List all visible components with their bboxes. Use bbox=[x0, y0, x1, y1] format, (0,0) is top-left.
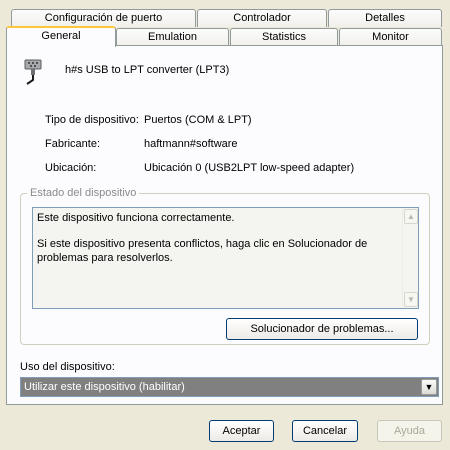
device-status-text: Este dispositivo funciona correctamente.… bbox=[37, 211, 399, 277]
device-type-label: Tipo de dispositivo: bbox=[45, 114, 139, 126]
chevron-down-icon[interactable]: ▼ bbox=[421, 379, 437, 395]
device-usage-selected: Utilizar este dispositivo (habilitar) bbox=[24, 381, 185, 393]
device-status-title: Estado del dispositivo bbox=[27, 187, 140, 199]
location-label: Ubicación: bbox=[45, 162, 97, 174]
status-line-ok: Este dispositivo funciona correctamente. bbox=[37, 212, 235, 224]
manufacturer-label: Fabricante: bbox=[45, 138, 101, 150]
tab-general[interactable]: General bbox=[6, 26, 116, 47]
general-tab-panel: h#s USB to LPT converter (LPT3) Tipo de … bbox=[6, 45, 443, 405]
cancel-button[interactable]: Cancelar bbox=[292, 420, 358, 442]
tab-controlador[interactable]: Controlador bbox=[197, 9, 327, 27]
device-usage-label: Uso del dispositivo: bbox=[20, 361, 115, 373]
tab-configuracion-de-puerto[interactable]: Configuración de puerto bbox=[11, 9, 196, 27]
tab-statistics[interactable]: Statistics bbox=[230, 28, 338, 46]
tab-monitor[interactable]: Monitor bbox=[339, 28, 442, 46]
ok-button[interactable]: Aceptar bbox=[209, 420, 274, 442]
status-scrollbar[interactable]: ▲ ▼ bbox=[402, 208, 418, 308]
tab-detalles[interactable]: Detalles bbox=[328, 9, 442, 27]
scroll-up-icon[interactable]: ▲ bbox=[404, 209, 418, 224]
device-usage-select[interactable]: Utilizar este dispositivo (habilitar) ▼ bbox=[20, 377, 439, 397]
tab-emulation[interactable]: Emulation bbox=[116, 28, 229, 46]
troubleshoot-button[interactable]: Solucionador de problemas... bbox=[226, 318, 418, 340]
device-status-textbox[interactable]: Este dispositivo funciona correctamente.… bbox=[32, 207, 419, 309]
status-line-help: Si este dispositivo presenta conflictos,… bbox=[37, 238, 368, 264]
manufacturer-value: haftmann#software bbox=[144, 138, 238, 150]
device-name: h#s USB to LPT converter (LPT3) bbox=[65, 64, 230, 76]
device-type-value: Puertos (COM & LPT) bbox=[144, 114, 252, 126]
help-button[interactable]: Ayuda bbox=[377, 420, 442, 442]
scroll-down-icon[interactable]: ▼ bbox=[404, 292, 418, 307]
printer-port-icon bbox=[21, 58, 47, 89]
location-value: Ubicación 0 (USB2LPT low-speed adapter) bbox=[144, 162, 355, 174]
